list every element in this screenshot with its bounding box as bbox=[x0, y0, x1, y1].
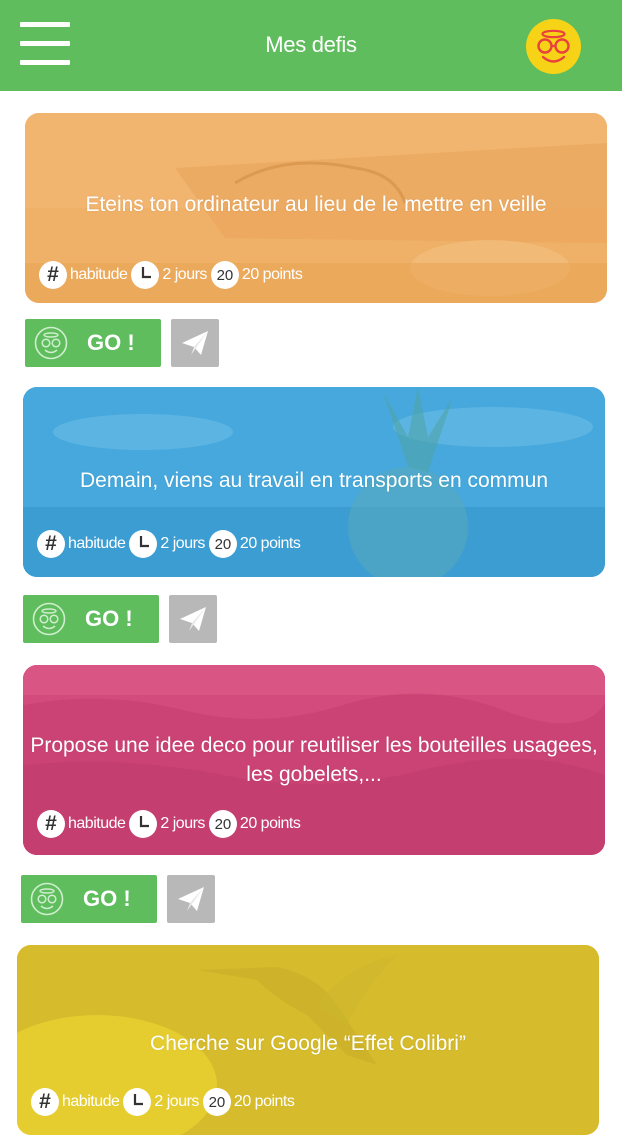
duration-label: 2 jours bbox=[160, 535, 205, 552]
points-label: 20 points bbox=[239, 815, 301, 832]
tag-label: habitude bbox=[62, 1093, 120, 1110]
points-label: 20 points bbox=[233, 1093, 295, 1110]
challenge-title: Cherche sur Google “Effet Colibri” bbox=[150, 1032, 466, 1055]
clock-icon bbox=[123, 1088, 152, 1116]
clock-icon bbox=[131, 261, 160, 289]
points-badge: 20 bbox=[208, 530, 237, 558]
go-label: GO ! bbox=[87, 330, 135, 355]
go-label: GO ! bbox=[85, 606, 133, 631]
challenge-tags: # habitude 2 jours 20 20 points bbox=[39, 260, 306, 290]
challenge-title: Propose une idee deco pour reutiliser le… bbox=[30, 734, 598, 786]
challenge-card[interactable]: Propose une idee deco pour reutiliser le… bbox=[23, 665, 605, 855]
challenge-tags: # habitude 2 jours 20 20 points bbox=[37, 809, 304, 839]
paper-plane-icon bbox=[182, 331, 208, 355]
hashtag-icon: # bbox=[37, 530, 65, 558]
share-button[interactable] bbox=[169, 595, 217, 643]
challenge-tags: # habitude 2 jours 20 20 points bbox=[37, 529, 304, 559]
tag-label: habitude bbox=[70, 266, 128, 283]
paper-plane-icon bbox=[180, 607, 206, 631]
hashtag-icon: # bbox=[31, 1088, 59, 1116]
challenge-card[interactable]: Demain, viens au travail en transports e… bbox=[23, 387, 605, 577]
points-badge: 20 bbox=[202, 1088, 231, 1116]
challenge-tags: # habitude 2 jours 20 20 points bbox=[31, 1087, 298, 1117]
challenge-title: Demain, viens au travail en transports e… bbox=[79, 469, 549, 492]
duration-label: 2 jours bbox=[160, 815, 205, 832]
hashtag-icon: # bbox=[37, 810, 65, 838]
points-label: 20 points bbox=[241, 266, 303, 283]
clock-icon bbox=[129, 810, 158, 838]
go-button[interactable]: GO ! bbox=[21, 875, 157, 923]
tag-label: habitude bbox=[68, 535, 126, 552]
share-button[interactable] bbox=[171, 319, 219, 367]
duration-label: 2 jours bbox=[154, 1093, 199, 1110]
points-badge: 20 bbox=[208, 810, 237, 838]
paper-plane-icon bbox=[178, 887, 204, 911]
go-label: GO ! bbox=[83, 886, 131, 911]
points-badge: 20 bbox=[210, 261, 239, 289]
app-header: Mes defis bbox=[0, 0, 622, 91]
points-label: 20 points bbox=[239, 535, 301, 552]
hashtag-icon: # bbox=[39, 261, 67, 289]
challenge-card[interactable]: Eteins ton ordinateur au lieu de le mett… bbox=[25, 113, 607, 303]
smiley-halo-icon bbox=[30, 882, 64, 916]
go-button[interactable]: GO ! bbox=[23, 595, 159, 643]
duration-label: 2 jours bbox=[162, 266, 207, 283]
smiley-halo-icon bbox=[32, 602, 66, 636]
go-button[interactable]: GO ! bbox=[25, 319, 161, 367]
smiley-halo-icon bbox=[34, 326, 68, 360]
challenge-card[interactable]: Cherche sur Google “Effet Colibri” # hab… bbox=[17, 945, 599, 1135]
challenge-title: Eteins ton ordinateur au lieu de le mett… bbox=[85, 193, 547, 216]
share-button[interactable] bbox=[167, 875, 215, 923]
tag-label: habitude bbox=[68, 815, 126, 832]
clock-icon bbox=[129, 530, 158, 558]
smiley-halo-glasses-icon[interactable] bbox=[525, 18, 582, 75]
